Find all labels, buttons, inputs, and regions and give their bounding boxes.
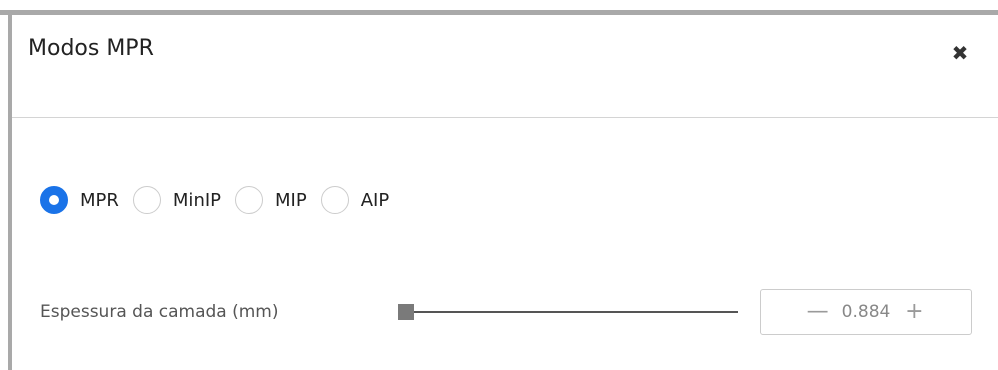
- thickness-label: Espessura da camada (mm): [40, 302, 279, 322]
- radio-option-minip[interactable]: MinIP: [132, 186, 222, 214]
- plus-icon[interactable]: +: [900, 290, 928, 334]
- radio-label: AIP: [360, 189, 390, 211]
- radio-option-mpr[interactable]: MPR: [40, 186, 119, 214]
- radio-label: MIP: [275, 189, 307, 211]
- header-divider: [12, 117, 998, 118]
- mpr-modes-dialog: Modos MPR ✖ MPR MinIP MIP AIP Espessura …: [0, 0, 998, 370]
- radio-option-mip[interactable]: MIP: [235, 186, 307, 214]
- dialog-title: Modos MPR: [28, 36, 154, 61]
- thickness-stepper[interactable]: — 0.884 +: [760, 289, 972, 335]
- thickness-value[interactable]: 0.884: [842, 302, 891, 322]
- minus-icon[interactable]: —: [804, 290, 832, 334]
- slider-thumb[interactable]: [398, 304, 414, 320]
- slider-track[interactable]: [406, 311, 738, 313]
- radio-label: MPR: [80, 189, 119, 211]
- close-icon[interactable]: ✖: [945, 38, 975, 68]
- radio-unchecked-icon[interactable]: [132, 186, 161, 214]
- radio-option-aip[interactable]: AIP: [320, 186, 390, 214]
- dialog-header: [12, 15, 998, 117]
- radio-label: MinIP: [172, 189, 222, 211]
- thickness-slider[interactable]: [398, 302, 738, 322]
- mode-radio-group: MPR MinIP MIP AIP: [40, 184, 403, 216]
- radio-unchecked-icon[interactable]: [235, 186, 264, 214]
- radio-unchecked-icon[interactable]: [320, 186, 349, 214]
- radio-checked-icon[interactable]: [40, 186, 68, 214]
